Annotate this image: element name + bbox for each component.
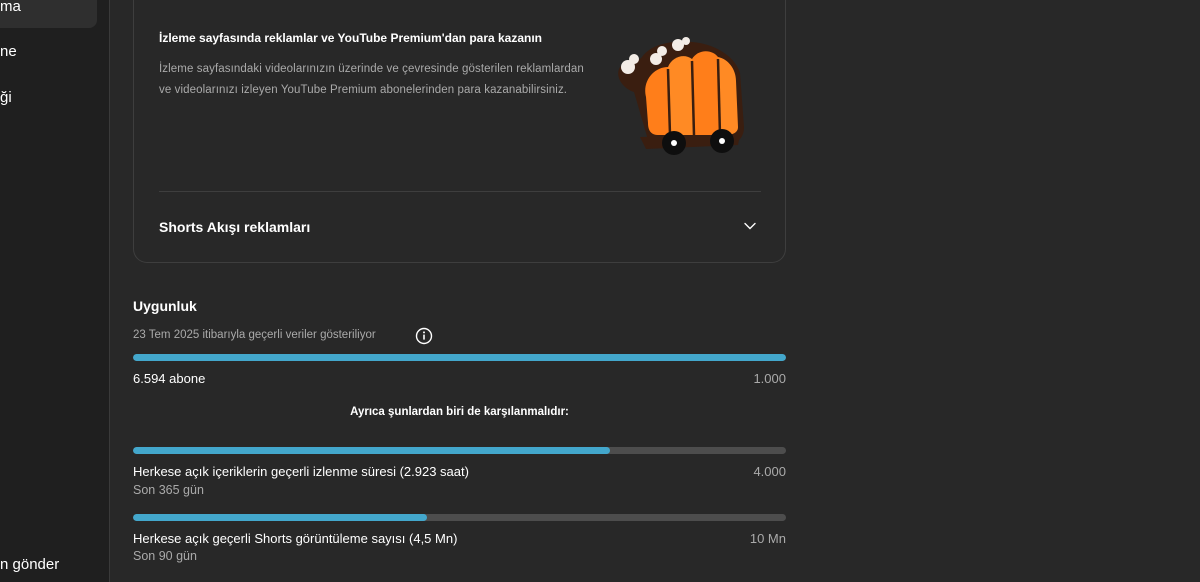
watch-hours-period: Son 365 gün (133, 483, 204, 497)
sidebar-item-label: ma (0, 0, 21, 15)
watch-page-ads-card: İzleme sayfasında reklamlar ve YouTube P… (133, 0, 786, 263)
sidebar-item-customization[interactable]: ne (0, 43, 17, 60)
shorts-feed-ads-label: Shorts Akışı reklamları (159, 219, 311, 235)
shorts-views-period: Son 90 gün (133, 549, 197, 563)
info-icon[interactable] (415, 327, 433, 345)
eligibility-title: Uygunluk (133, 298, 197, 314)
card-title: İzleme sayfasında reklamlar ve YouTube P… (159, 31, 543, 45)
sidebar-item-send-feedback[interactable]: n gönder (0, 556, 59, 573)
sidebar-item-monetization[interactable]: ma (0, 0, 97, 28)
shorts-views-target: 10 Mn (749, 531, 786, 546)
shorts-views-progress-bar (133, 514, 786, 521)
subscribers-count: 6.594 abone (133, 371, 206, 386)
shorts-views-label: Herkese açık geçerli Shorts görüntüleme … (133, 531, 458, 546)
card-description: İzleme sayfasındaki videolarınızın üzeri… (159, 63, 584, 96)
orange-bus-illustration (618, 37, 744, 155)
sidebar: ma ne ği n gönder (0, 0, 110, 582)
watch-hours-label: Herkese açık içeriklerin geçerli izlenme… (133, 464, 469, 479)
shorts-views-progress-fill (133, 514, 427, 521)
watch-hours-progress-fill (133, 447, 611, 454)
shorts-feed-ads-expander[interactable]: Shorts Akışı reklamları (159, 209, 761, 241)
watch-hours-target: 4.000 (753, 464, 786, 479)
watch-hours-progress-bar (133, 447, 786, 454)
subscribers-progress-bar (133, 354, 786, 361)
sidebar-item-label: ne (0, 43, 17, 60)
also-required-note: Ayrıca şunlardan biri de karşılanmalıdır… (350, 406, 569, 418)
subscribers-progress-fill (133, 354, 786, 361)
sidebar-item-label: ği (0, 89, 12, 106)
card-divider (159, 191, 761, 192)
subscribers-target: 1.000 (753, 371, 786, 386)
eligibility-data-date: 23 Tem 2025 itibarıyla geçerli veriler g… (133, 329, 376, 341)
sidebar-item-label: n gönder (0, 556, 60, 573)
chevron-down-icon (744, 222, 756, 230)
sidebar-item-audio-library[interactable]: ği (0, 89, 12, 106)
